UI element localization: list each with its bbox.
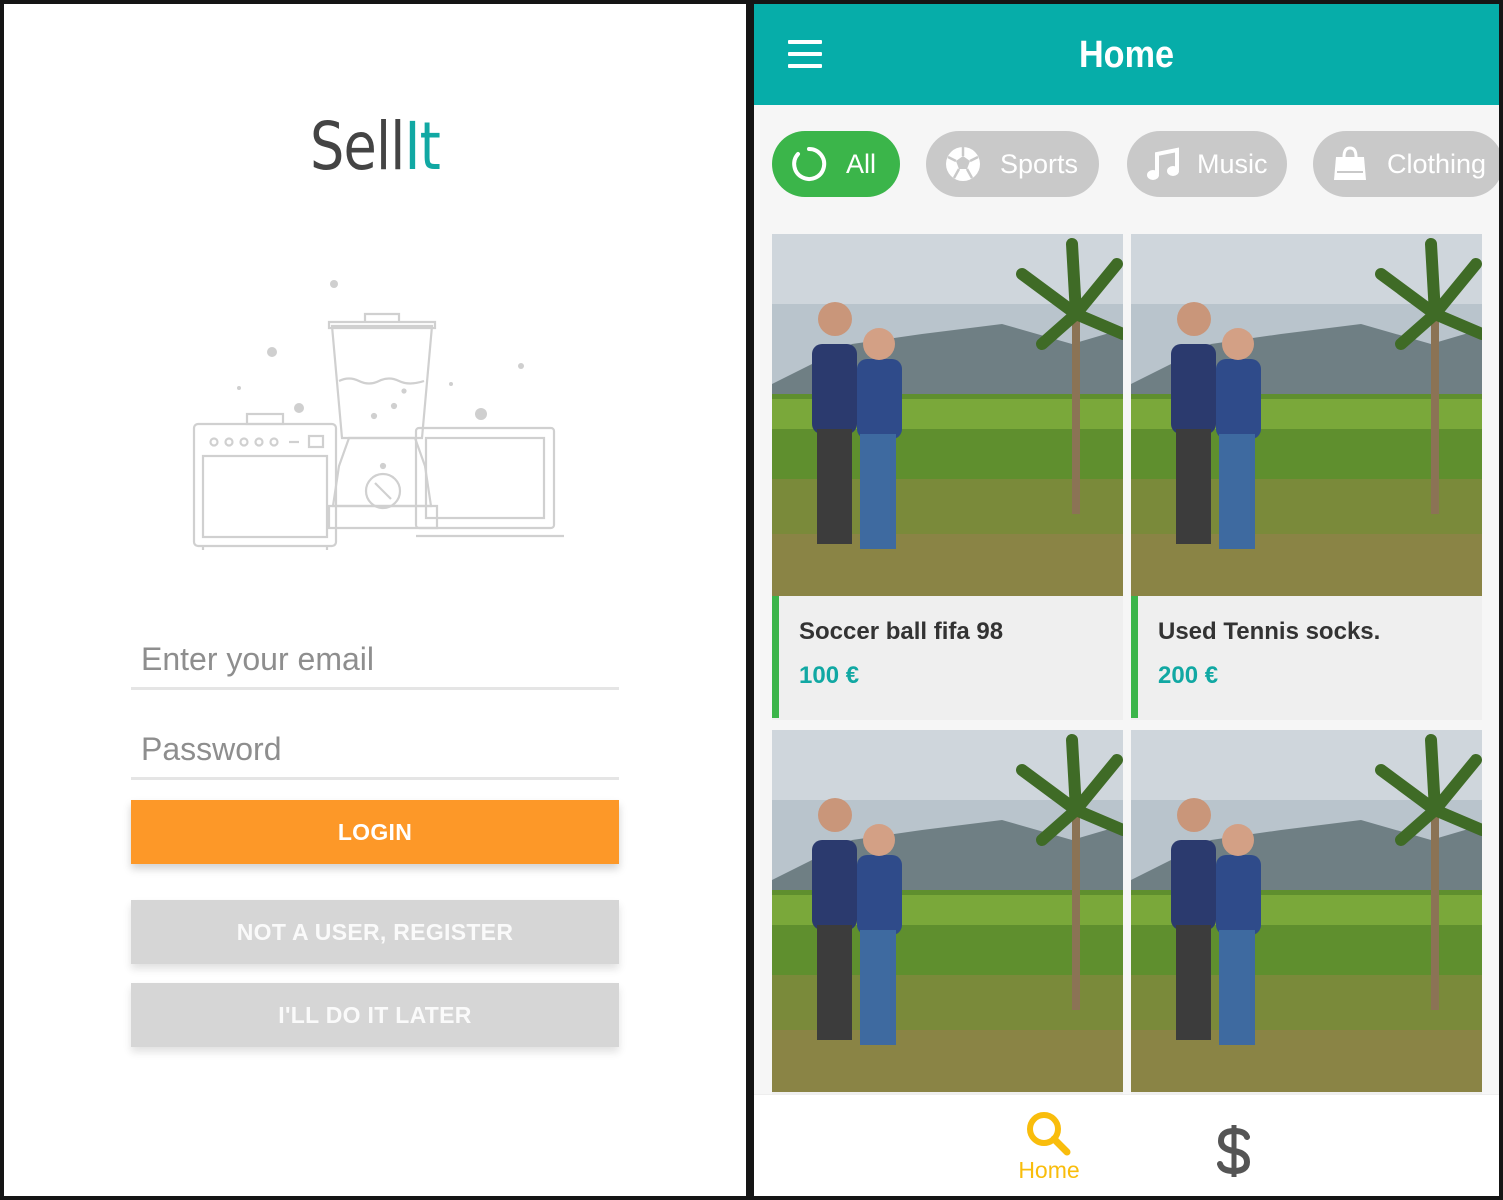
register-button-label: NOT A USER, REGISTER [236, 919, 514, 945]
product-title: Used Tennis socks. [1158, 618, 1381, 645]
product-info: Soccer ball fifa 98 100 € [772, 596, 1123, 718]
category-chip-sports-label: Sports [1000, 149, 1079, 179]
category-chip-all-label: All [846, 149, 877, 179]
category-chip-clothing[interactable]: Clothing [1313, 131, 1499, 197]
skip-login-button-label: I'LL DO IT LATER [278, 1002, 472, 1028]
login-button-label: LOGIN [337, 819, 413, 845]
nav-home-label: Home [1018, 1157, 1080, 1183]
product-title: Soccer ball fifa 98 [799, 618, 1004, 645]
product-card[interactable] [772, 730, 1123, 1100]
logo-text-sell: Sell [310, 108, 405, 185]
product-card[interactable] [1131, 730, 1482, 1100]
logo-text-it: It [404, 108, 440, 185]
product-photo [1131, 234, 1482, 596]
login-screen: SellIt Enter your email LOGIN NOT A USER… [4, 4, 746, 1196]
product-photo [772, 730, 1123, 1092]
email-field-wrapper [131, 632, 619, 690]
device-frame: SellIt Enter your email LOGIN NOT A USER… [0, 0, 1503, 1200]
product-photo [772, 234, 1123, 596]
app-logo: SellIt [71, 108, 679, 185]
email-input[interactable] [131, 632, 619, 687]
appliances-illustration [192, 280, 564, 550]
page-title: Home [1078, 34, 1175, 76]
login-button[interactable]: LOGIN [131, 800, 619, 864]
product-info: Used Tennis socks. 200 € [1131, 596, 1482, 718]
search-icon [1027, 1112, 1071, 1156]
category-chip-sports[interactable]: Sports [926, 131, 1099, 197]
dollar-icon[interactable] [1209, 1121, 1259, 1181]
soccer-ball-icon [946, 147, 980, 181]
category-filter-bar: All Sports Music Clothing [772, 131, 1499, 197]
loading-ring-icon [792, 146, 827, 181]
app-bar: Home [754, 4, 1499, 105]
category-chip-music[interactable]: Music [1127, 131, 1287, 197]
category-chip-all[interactable]: All [772, 131, 900, 197]
shopping-bag-icon [1334, 146, 1366, 180]
password-field-wrapper [131, 722, 619, 780]
nav-home-tab[interactable]: Home [1009, 1095, 1089, 1196]
product-card[interactable]: Used Tennis socks. 200 € [1131, 234, 1482, 720]
home-screen: Home All Sports Music Clothing Soccer ba… [754, 4, 1499, 1196]
product-price: 100 € [799, 662, 860, 689]
register-button[interactable]: NOT A USER, REGISTER [131, 900, 619, 964]
skip-login-button[interactable]: I'LL DO IT LATER [131, 983, 619, 1047]
category-chip-music-label: Music [1197, 149, 1268, 179]
bottom-navigation: Home [754, 1094, 1499, 1196]
product-price: 200 € [1158, 662, 1219, 689]
product-photo [1131, 730, 1482, 1092]
password-input[interactable] [131, 722, 619, 777]
music-note-icon [1147, 147, 1179, 180]
category-chip-clothing-label: Clothing [1387, 149, 1487, 179]
product-card[interactable]: Soccer ball fifa 98 100 € [772, 234, 1123, 720]
